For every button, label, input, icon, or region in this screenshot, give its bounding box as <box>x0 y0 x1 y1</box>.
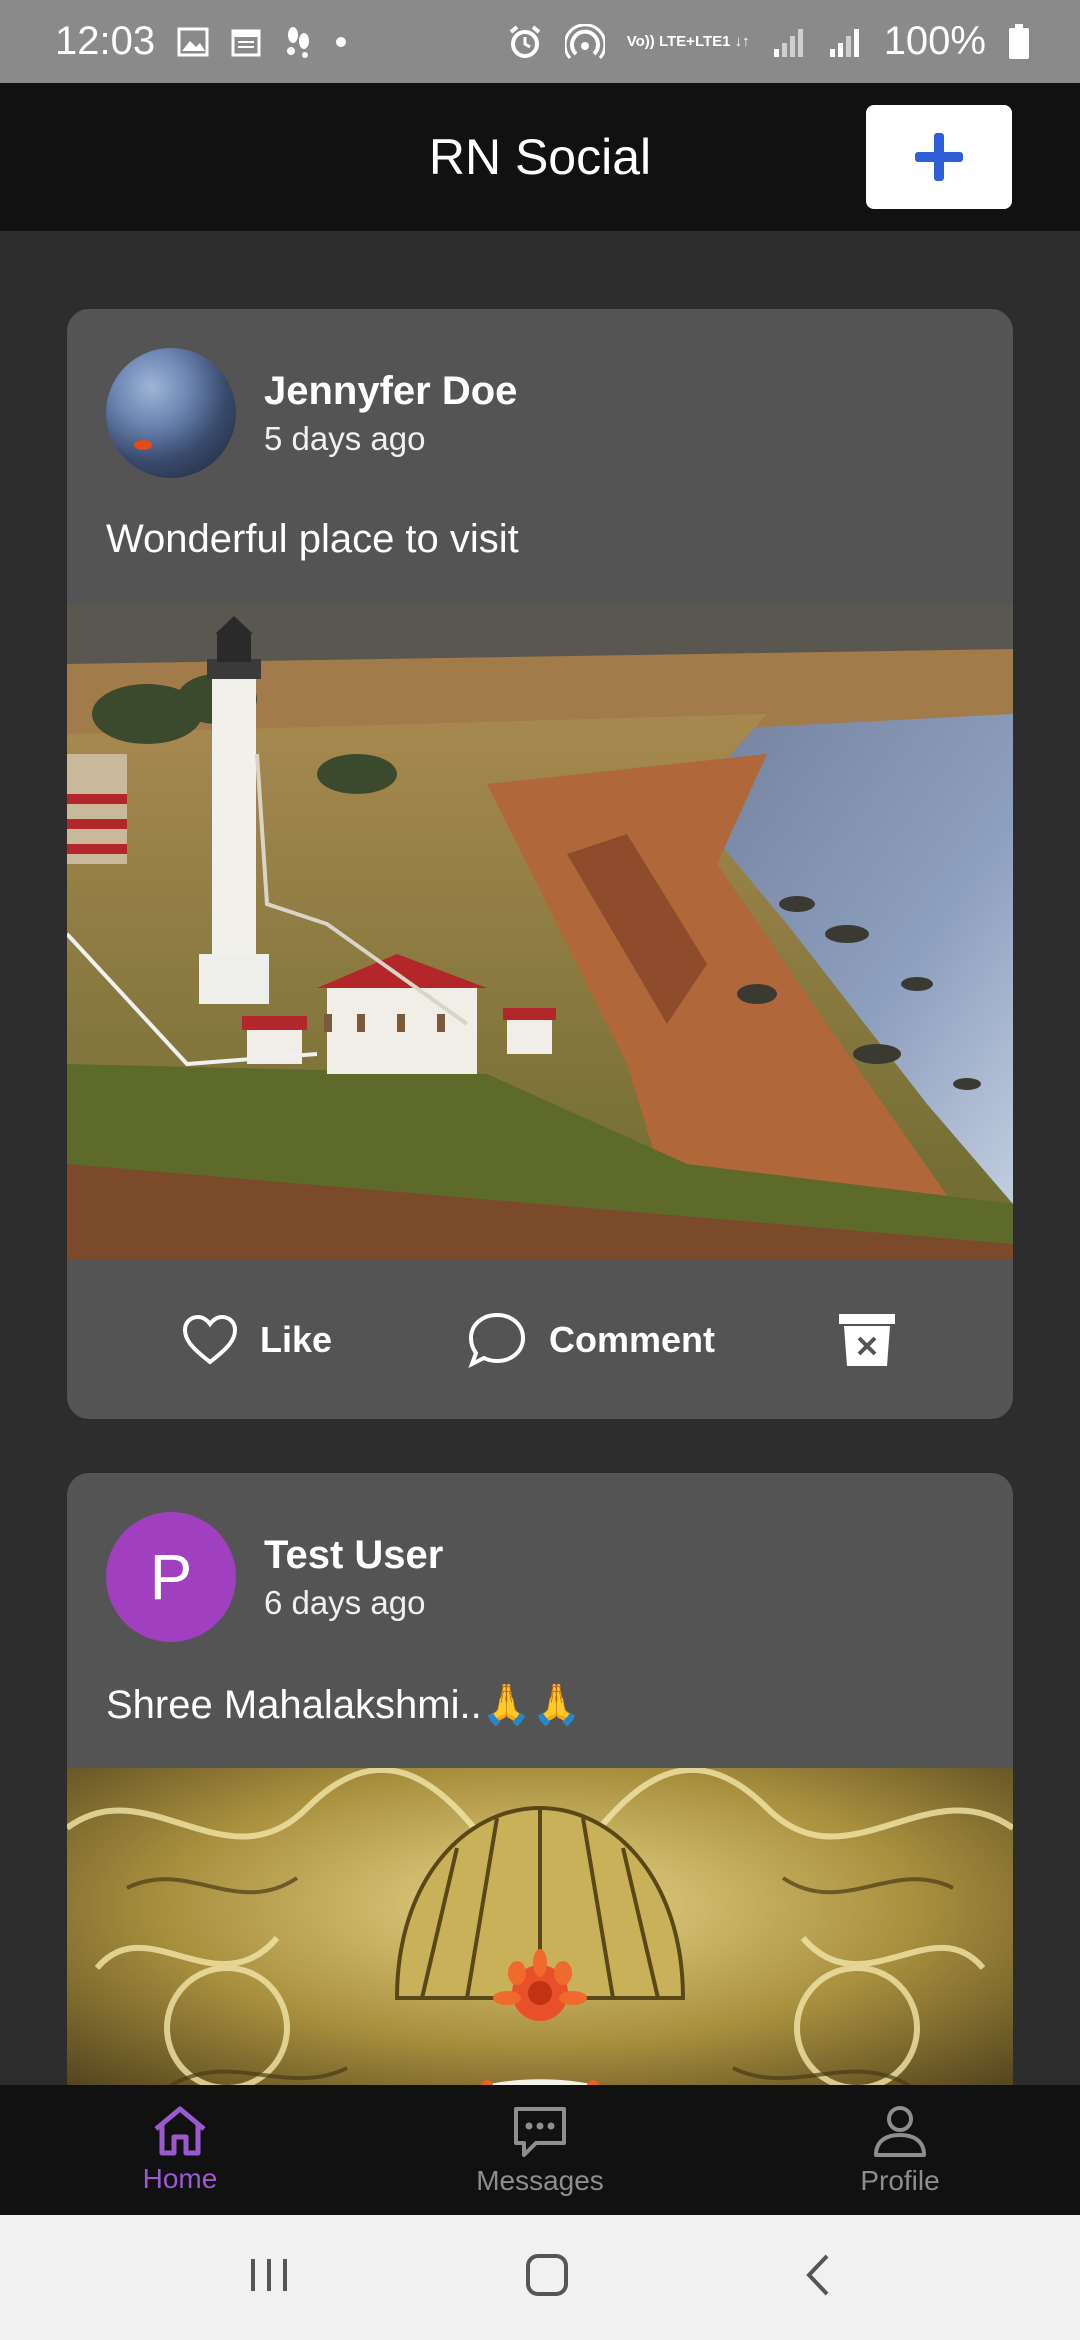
signal-strength-1-icon <box>772 27 806 57</box>
tab-profile[interactable]: Profile <box>720 2085 1080 2215</box>
tab-profile-label: Profile <box>860 2165 940 2196</box>
tab-home-label: Home <box>142 2163 218 2194</box>
app-bar: RN Social <box>0 83 1080 231</box>
tab-messages-label: Messages <box>476 2165 604 2196</box>
post-text: Shree Mahalakshmi..🙏🙏 <box>106 1683 582 1727</box>
comment-label: Comment <box>549 1318 716 1360</box>
like-label: Like <box>260 1318 333 1360</box>
alarm-icon <box>507 24 543 60</box>
post-header: Jennyfer Doe 5 days ago <box>106 348 517 478</box>
post-author-name[interactable]: Test User <box>264 1533 443 1578</box>
battery-icon <box>1008 23 1030 60</box>
heart-icon <box>182 1314 238 1365</box>
post-feed[interactable]: Jennyfer Doe 5 days ago Wonderful place … <box>0 231 1080 2085</box>
like-button[interactable]: Like <box>182 1314 332 1366</box>
delete-bin-icon <box>839 1313 895 1366</box>
post-image[interactable] <box>67 1768 1013 2085</box>
network-type-indicator: Vo)) LTE+ LTE1 ↓↑ <box>626 32 750 50</box>
network-type-top: Vo)) LTE+ <box>626 32 695 50</box>
post-actions: Like Comment <box>67 1260 1013 1419</box>
person-icon <box>874 2106 926 2157</box>
recent-apps-button[interactable] <box>247 2255 291 2300</box>
hotspot-icon <box>564 23 605 60</box>
avatar-initial: P <box>149 1541 193 1613</box>
avatar[interactable] <box>106 348 236 478</box>
recent-apps-icon <box>250 2259 287 2291</box>
comment-bubble-icon <box>468 1312 526 1368</box>
tab-home[interactable]: Home <box>0 2085 360 2215</box>
app-title: RN Social <box>428 129 652 185</box>
post-text: Wonderful place to visit <box>106 517 519 561</box>
status-time: 12:03 <box>55 19 156 63</box>
more-notifications-dot-icon <box>335 36 347 48</box>
network-type-bottom: LTE1 ↓↑ <box>694 32 750 50</box>
avatar[interactable]: P <box>106 1512 236 1642</box>
bottom-tab-bar: Home Messages Profile <box>0 2085 1080 2215</box>
post-header: P Test User 6 days ago <box>106 1512 443 1642</box>
home-system-button[interactable] <box>524 2252 570 2303</box>
post-timestamp: 6 days ago <box>264 1583 426 1621</box>
system-navigation-bar <box>0 2215 1080 2340</box>
add-post-button[interactable] <box>866 105 1012 209</box>
gallery-notification-icon <box>177 27 209 57</box>
post-author-name[interactable]: Jennyfer Doe <box>264 369 517 414</box>
calendar-notification-icon <box>231 27 261 57</box>
home-square-icon <box>525 2254 568 2296</box>
battery-percent: 100% <box>883 19 986 63</box>
delete-post-button[interactable] <box>837 1312 897 1368</box>
signal-strength-2-icon <box>828 27 862 57</box>
post-card: Jennyfer Doe 5 days ago Wonderful place … <box>67 309 1013 1419</box>
post-timestamp: 5 days ago <box>264 419 426 457</box>
back-button[interactable] <box>803 2252 833 2303</box>
back-chevron-icon <box>806 2254 829 2296</box>
tab-messages[interactable]: Messages <box>360 2085 720 2215</box>
steps-notification-icon <box>283 25 313 59</box>
chat-bubble-icon <box>514 2107 566 2157</box>
plus-icon <box>915 133 963 181</box>
post-card: P Test User 6 days ago Shree Mahalakshmi… <box>67 1473 1013 2085</box>
home-icon <box>154 2106 206 2156</box>
comment-button[interactable]: Comment <box>467 1311 715 1369</box>
status-bar: 12:03 Vo)) LTE+ LTE1 ↓↑ 100% <box>0 0 1080 83</box>
post-image[interactable] <box>67 604 1013 1260</box>
